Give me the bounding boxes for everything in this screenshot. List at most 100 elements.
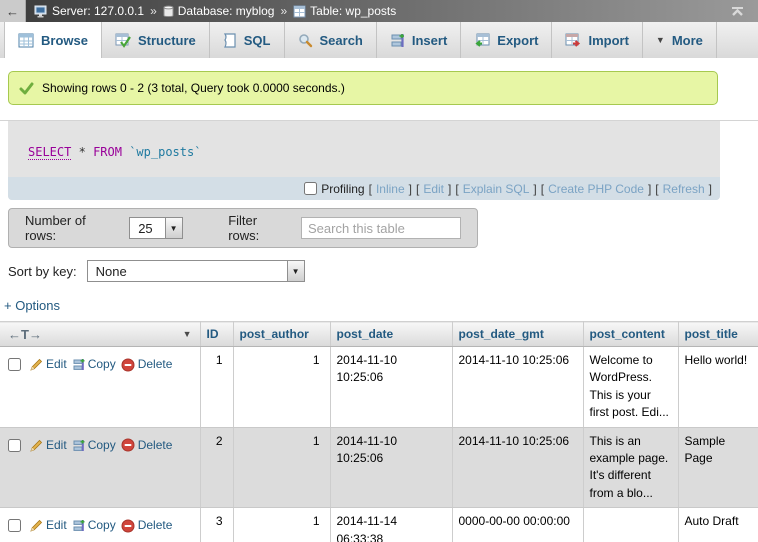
row-checkbox[interactable] (8, 358, 21, 371)
edit-row-button[interactable]: Edit (30, 517, 67, 534)
inline-link[interactable]: Inline (376, 182, 405, 196)
sort-by-key-select[interactable]: None ▼ (87, 260, 305, 282)
column-header-id[interactable]: ID (200, 322, 233, 347)
structure-icon (115, 33, 131, 48)
column-header-post-date[interactable]: post_date (330, 322, 452, 347)
edit-row-button[interactable]: Edit (30, 356, 67, 373)
chevron-down-icon: ▼ (165, 218, 182, 238)
cell-post-content: This is an example page. It's different … (583, 427, 678, 508)
cell-id: 3 (200, 508, 233, 542)
cell-post-author: 1 (233, 347, 330, 428)
explain-sql-link[interactable]: Explain SQL (463, 182, 530, 196)
tab-structure[interactable]: Structure (102, 22, 210, 58)
column-header-post-content[interactable]: post_content (583, 322, 678, 347)
cell-post-date-gmt: 2014-11-10 10:25:06 (452, 347, 583, 428)
sql-query: SELECT * FROM `wp_posts` (8, 121, 720, 177)
breadcrumb-server[interactable]: Server: 127.0.0.1 (34, 4, 144, 18)
breadcrumb: ← Server: 127.0.0.1 » Database: myblog »… (0, 0, 758, 22)
refresh-link[interactable]: Refresh (663, 182, 705, 196)
copy-icon (72, 519, 85, 532)
cell-post-date: 2014-11-10 10:25:06 (330, 347, 452, 428)
collapse-icon[interactable] (731, 6, 750, 17)
actions-menu-arrow-icon[interactable]: ▼ (183, 329, 192, 339)
cell-post-title: Hello world! (678, 347, 758, 428)
results-table: ←T→ ▼ ID post_author post_date post_date… (0, 321, 758, 542)
number-of-rows-label: Number of rows: (25, 213, 119, 243)
rows-control-panel: Number of rows: 25 ▼ Filter rows: (8, 208, 478, 248)
pencil-icon (30, 358, 43, 371)
cell-post-date-gmt: 2014-11-10 10:25:06 (452, 427, 583, 508)
delete-row-button[interactable]: Delete (121, 517, 173, 534)
search-icon (298, 33, 313, 48)
browse-icon (18, 33, 34, 48)
delete-row-button[interactable]: Delete (121, 356, 173, 373)
cell-post-author: 1 (233, 427, 330, 508)
row-checkbox[interactable] (8, 439, 21, 452)
profiling-checkbox[interactable] (304, 182, 317, 195)
delete-row-button[interactable]: Delete (121, 437, 173, 454)
breadcrumb-separator: » (280, 4, 287, 18)
cell-post-title: Sample Page (678, 427, 758, 508)
copy-row-button[interactable]: Copy (72, 356, 116, 373)
insert-icon (390, 33, 405, 48)
copy-icon (72, 439, 85, 452)
tab-browse[interactable]: Browse (4, 22, 102, 58)
tab-search[interactable]: Search (285, 22, 377, 58)
column-header-post-title[interactable]: post_title (678, 322, 758, 347)
tab-export[interactable]: Export (461, 22, 552, 58)
table-row: Edit Copy Delete (0, 508, 758, 542)
copy-row-button[interactable]: Copy (72, 437, 116, 454)
cell-post-date: 2014-11-14 06:33:38 (330, 508, 452, 542)
status-message: Showing rows 0 - 2 (3 total, Query took … (8, 71, 718, 105)
query-section: SELECT * FROM `wp_posts` Profiling [ Inl… (0, 120, 758, 200)
database-icon (163, 5, 174, 18)
cell-post-author: 1 (233, 508, 330, 542)
tab-more[interactable]: ▼ More (643, 22, 717, 58)
edit-row-button[interactable]: Edit (30, 437, 67, 454)
success-check-icon (19, 82, 34, 95)
status-message-text: Showing rows 0 - 2 (3 total, Query took … (42, 81, 345, 95)
table-row: Edit Copy Delete (0, 427, 758, 508)
export-icon (474, 33, 490, 48)
cell-post-title: Auto Draft (678, 508, 758, 542)
chevron-down-icon: ▼ (656, 35, 665, 45)
copy-row-button[interactable]: Copy (72, 517, 116, 534)
delete-icon (121, 438, 135, 452)
column-toggle-control[interactable]: ←T→ (8, 327, 42, 342)
create-php-code-link[interactable]: Create PHP Code (548, 182, 644, 196)
profiling-label: Profiling (304, 182, 364, 196)
delete-icon (121, 358, 135, 372)
cell-post-date: 2014-11-10 10:25:06 (330, 427, 452, 508)
sql-keyword-select: SELECT (28, 145, 71, 160)
tab-insert[interactable]: Insert (377, 22, 461, 58)
row-checkbox[interactable] (8, 519, 21, 532)
breadcrumb-database[interactable]: Database: myblog (163, 4, 275, 18)
tab-sql[interactable]: SQL (210, 22, 285, 58)
query-toolbar: Profiling [ Inline ] [ Edit ] [ Explain … (8, 177, 720, 200)
import-icon (565, 33, 581, 48)
edit-query-link[interactable]: Edit (423, 182, 444, 196)
pencil-icon (30, 519, 43, 532)
copy-icon (72, 358, 85, 371)
cell-post-content (583, 508, 678, 542)
options-toggle[interactable]: + Options (4, 298, 60, 313)
rows-per-page-select[interactable]: 25 ▼ (129, 217, 182, 239)
sql-table-identifier: `wp_posts` (129, 145, 201, 159)
delete-icon (121, 519, 135, 533)
back-button[interactable]: ← (0, 0, 26, 22)
cell-id: 1 (200, 347, 233, 428)
sql-keyword-from: FROM (93, 145, 122, 159)
column-header-post-date-gmt[interactable]: post_date_gmt (452, 322, 583, 347)
sql-icon (223, 33, 237, 48)
pencil-icon (30, 439, 43, 452)
column-header-post-author[interactable]: post_author (233, 322, 330, 347)
sort-control: Sort by key: None ▼ (8, 260, 758, 282)
tab-import[interactable]: Import (552, 22, 642, 58)
tab-bar: Browse Structure SQL Search Insert Expor… (0, 22, 758, 58)
cell-post-date-gmt: 0000-00-00 00:00:00 (452, 508, 583, 542)
table-header-row: ←T→ ▼ ID post_author post_date post_date… (0, 322, 758, 347)
table-icon (293, 5, 306, 18)
breadcrumb-table[interactable]: Table: wp_posts (293, 4, 396, 18)
filter-rows-input[interactable] (301, 217, 461, 239)
table-row: Edit Copy Delete (0, 347, 758, 428)
